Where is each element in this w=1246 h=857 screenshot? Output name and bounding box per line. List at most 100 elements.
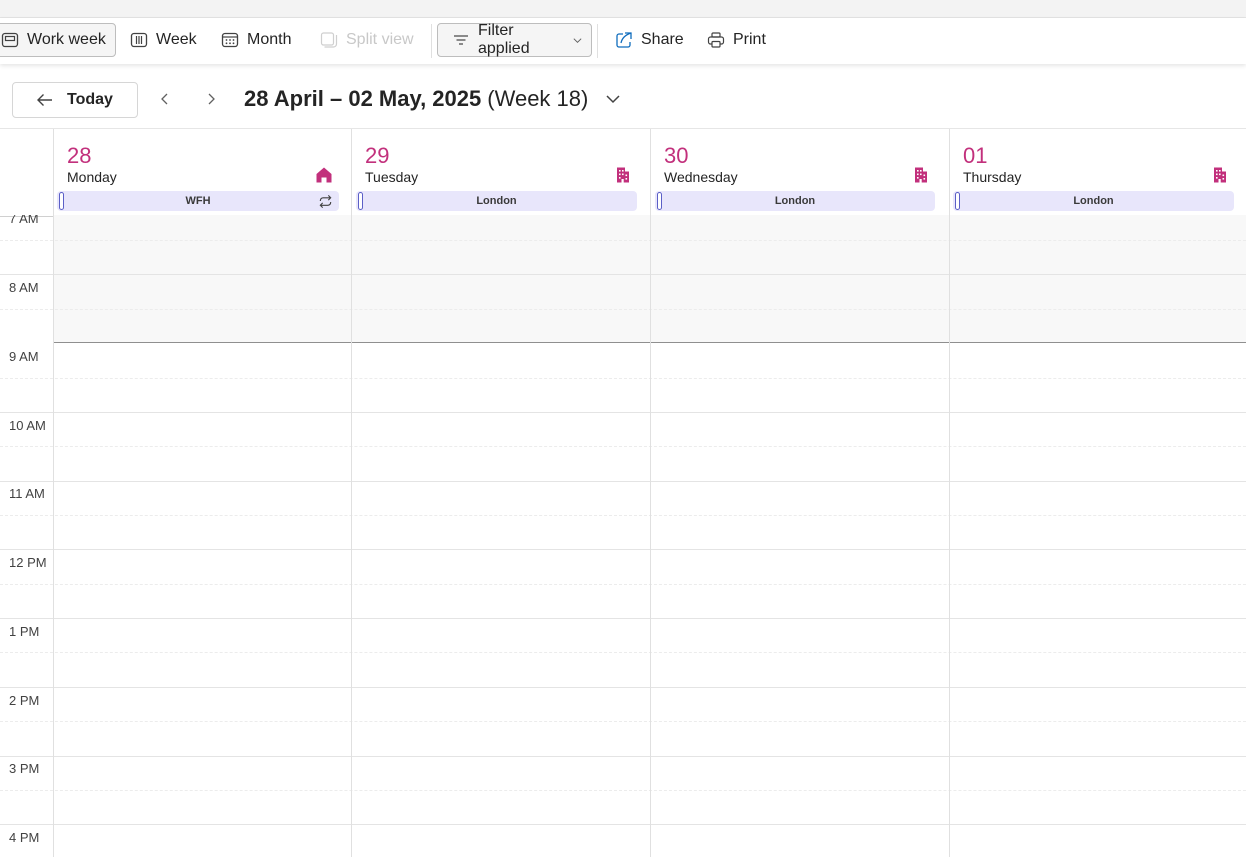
previous-week-button[interactable] — [154, 88, 176, 110]
half-hour-line — [0, 790, 1246, 791]
hour-line — [0, 618, 1246, 619]
half-hour-line — [0, 515, 1246, 516]
work-location-label: London — [774, 195, 816, 207]
time-label: 8 AM — [9, 280, 39, 295]
today-label: Today — [67, 91, 113, 108]
day-name: Tuesday — [365, 169, 419, 185]
printer-icon — [707, 32, 725, 48]
share-icon — [616, 32, 632, 48]
day-name: Monday — [67, 169, 117, 185]
day-number: 30 — [664, 143, 689, 168]
work-week-label: Work week — [27, 31, 106, 48]
hour-line — [0, 274, 1246, 275]
hour-line — [0, 824, 1246, 825]
toolbar-divider — [431, 24, 432, 58]
window-top-strip — [0, 0, 1246, 18]
chevron-down-icon — [606, 95, 620, 104]
time-label: 4 PM — [9, 830, 40, 845]
work-location-pill[interactable]: London — [655, 191, 935, 211]
day-number: 01 — [963, 143, 988, 168]
half-hour-line — [0, 309, 1246, 310]
work-location-pill[interactable]: WFH — [57, 191, 339, 211]
chevron-right-icon — [208, 93, 215, 105]
day-number: 28 — [67, 143, 92, 168]
time-label: 2 PM — [9, 693, 40, 708]
work-week-view-button[interactable]: Work week — [0, 23, 116, 57]
split-view-button[interactable]: Split view — [312, 23, 422, 57]
column-divider — [53, 215, 54, 857]
print-label: Print — [733, 31, 766, 48]
day-header-tuesday[interactable]: 29 Tuesday London — [351, 129, 650, 216]
time-label: 12 PM — [9, 555, 47, 570]
week-label: Week — [156, 31, 197, 48]
pill-marker — [657, 192, 662, 210]
today-button[interactable]: Today — [12, 82, 138, 118]
split-view-icon — [320, 32, 338, 48]
time-label: 9 AM — [9, 349, 39, 364]
column-divider — [650, 215, 651, 857]
filter-icon — [454, 35, 468, 45]
day-header-monday[interactable]: 28 Monday WFH — [53, 129, 352, 216]
home-icon — [316, 167, 332, 183]
hour-line — [0, 687, 1246, 688]
chevron-down-icon — [573, 37, 582, 43]
print-button[interactable]: Print — [699, 23, 774, 57]
share-button[interactable]: Share — [607, 23, 692, 57]
calendar-toolbar: Work week Week Month Split view Filter a… — [0, 18, 1246, 64]
half-hour-line — [0, 378, 1246, 379]
day-name: Thursday — [963, 169, 1022, 185]
time-label: 10 AM — [9, 418, 46, 433]
day-header-wednesday[interactable]: 30 Wednesday London — [650, 129, 949, 216]
day-header-thursday[interactable]: 01 Thursday London — [949, 129, 1246, 216]
hour-line — [0, 412, 1246, 413]
hour-line — [0, 756, 1246, 757]
hour-line — [0, 481, 1246, 482]
work-location-pill[interactable]: London — [356, 191, 637, 211]
next-week-button[interactable] — [200, 88, 222, 110]
month-view-button[interactable]: Month — [213, 23, 299, 57]
hour-line — [0, 549, 1246, 550]
work-location-label: London — [1073, 195, 1114, 207]
half-hour-line — [0, 240, 1246, 241]
day-name: Wednesday — [664, 169, 738, 185]
filter-button[interactable]: Filter applied — [437, 22, 592, 57]
week-number: (Week 18) — [487, 86, 589, 111]
column-divider — [351, 215, 352, 857]
time-label: 1 PM — [9, 624, 40, 639]
arrow-left-icon — [37, 94, 52, 106]
week-icon — [130, 32, 148, 48]
work-location-label: London — [476, 195, 517, 207]
month-label: Month — [247, 31, 292, 48]
half-hour-line — [0, 652, 1246, 653]
date-range-title: 28 April – 02 May, 2025 — [244, 86, 482, 111]
date-navigation-bar: Today 28 April – 02 May, 2025 (Week 18) — [0, 66, 1246, 128]
time-label: 11 AM — [9, 486, 45, 501]
pill-marker — [59, 192, 64, 210]
chevron-left-icon — [161, 93, 168, 105]
day-headers: 28 Monday WFH 29 Tuesday London 30 Wedne… — [0, 128, 1246, 217]
pill-marker — [955, 192, 960, 210]
month-icon — [221, 32, 239, 48]
time-label: 3 PM — [9, 761, 40, 776]
split-view-label: Split view — [346, 31, 414, 48]
office-building-icon — [915, 167, 927, 183]
filter-label: Filter applied — [478, 22, 530, 57]
work-location-label: WFH — [185, 195, 211, 207]
column-divider — [949, 215, 950, 857]
date-range-picker[interactable]: 28 April – 02 May, 2025 (Week 18) — [244, 86, 622, 112]
time-label: 7 AM — [9, 215, 39, 226]
week-view-button[interactable]: Week — [122, 23, 205, 57]
half-hour-line — [0, 721, 1246, 722]
office-building-icon — [617, 167, 629, 183]
day-number: 29 — [365, 143, 390, 168]
office-building-icon — [1214, 167, 1226, 183]
share-label: Share — [641, 31, 684, 48]
pill-marker — [358, 192, 363, 210]
recurring-icon — [319, 195, 332, 208]
work-location-pill[interactable]: London — [953, 191, 1234, 211]
time-grid[interactable]: 7 AM 8 AM 9 AM 10 AM 11 AM 12 PM 1 PM 2 … — [0, 215, 1246, 857]
half-hour-line — [0, 446, 1246, 447]
half-hour-line — [0, 584, 1246, 585]
work-week-icon — [1, 32, 19, 48]
toolbar-divider — [597, 24, 598, 58]
